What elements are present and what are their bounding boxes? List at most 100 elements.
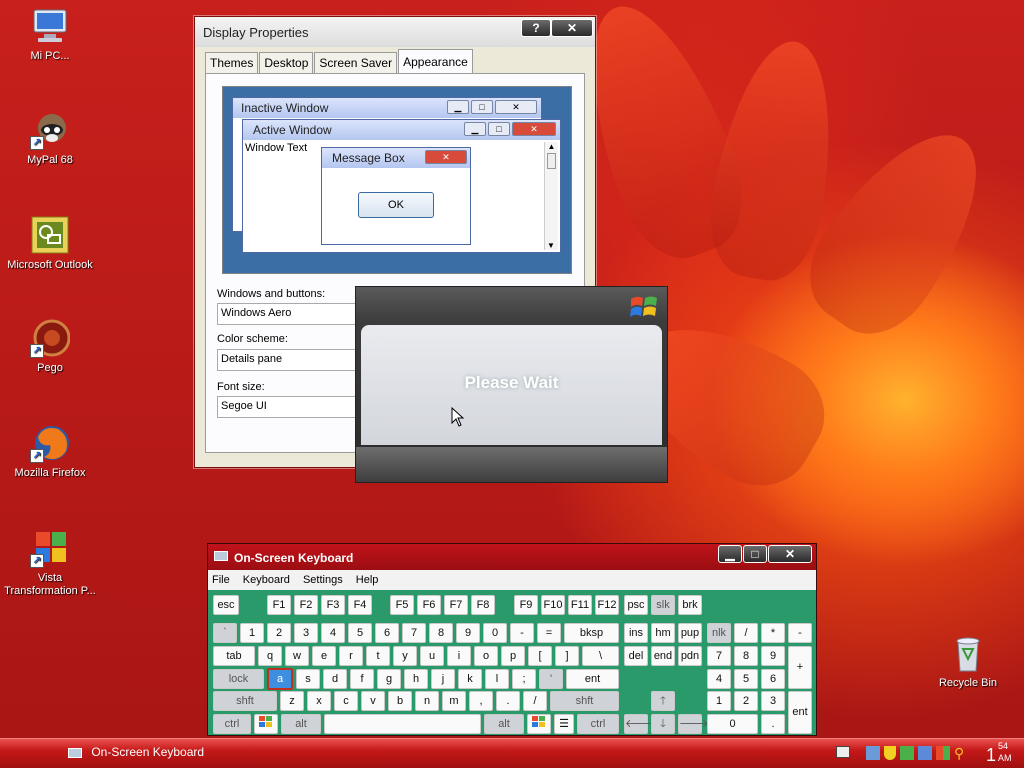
key-esc[interactable]: esc [213, 595, 239, 615]
key-minus[interactable]: - [510, 623, 534, 643]
key-f11[interactable]: F11 [568, 595, 592, 615]
key-numpad-2[interactable]: 2 [734, 691, 758, 711]
desktop-icon-pego[interactable]: ↗ Pego [0, 318, 100, 374]
key-space[interactable] [324, 714, 481, 734]
key-numpad-plus[interactable]: + [788, 646, 812, 689]
key-right-ctrl[interactable]: ctrl [577, 714, 619, 734]
key-numpad-3[interactable]: 3 [761, 691, 785, 711]
key-psc[interactable]: psc [624, 595, 648, 615]
key-f4[interactable]: F4 [348, 595, 372, 615]
key-k[interactable]: k [458, 669, 482, 689]
shield-tray-icon[interactable] [884, 746, 896, 760]
key-w[interactable]: w [285, 646, 309, 666]
key-numpad-9[interactable]: 9 [761, 646, 785, 666]
desktop-icon-recycle-bin[interactable]: Recycle Bin [918, 633, 1018, 689]
close-button[interactable]: ✕ [551, 19, 593, 37]
key-tab[interactable]: tab [213, 646, 255, 666]
key-h[interactable]: h [404, 669, 428, 689]
key-slash[interactable]: / [523, 691, 547, 711]
key-left-win[interactable] [254, 714, 278, 734]
desktop-icon-vista-transformation[interactable]: ↗ Vista Transformation P... [0, 528, 100, 598]
desktop-icon-firefox[interactable]: ↗ Mozilla Firefox [0, 423, 100, 479]
menu-help[interactable]: Help [356, 574, 379, 586]
key-hm[interactable]: hm [651, 623, 675, 643]
key-l[interactable]: l [485, 669, 509, 689]
key-v[interactable]: v [361, 691, 385, 711]
key-slk[interactable]: slk [651, 595, 675, 615]
key-left-shift[interactable]: shft [213, 691, 277, 711]
keyboard-tray-icon[interactable] [836, 746, 850, 758]
key-f[interactable]: f [350, 669, 374, 689]
key-o[interactable]: o [474, 646, 498, 666]
key-left-ctrl[interactable]: ctrl [213, 714, 251, 734]
key-menu[interactable]: ☰ [554, 714, 574, 734]
key-bksp[interactable]: bksp [564, 623, 619, 643]
key-e[interactable]: e [312, 646, 336, 666]
osk-close-button[interactable]: ✕ [768, 545, 812, 563]
key-numpad-multiply[interactable]: * [761, 623, 785, 643]
key-m[interactable]: m [442, 691, 466, 711]
key-7[interactable]: 7 [402, 623, 426, 643]
osk-maximize-button[interactable]: □ [743, 545, 767, 563]
help-button[interactable]: ? [521, 19, 551, 37]
key-5[interactable]: 5 [348, 623, 372, 643]
security-tray-icon[interactable] [900, 746, 914, 760]
key-numpad-decimal[interactable]: . [761, 714, 785, 734]
key-right-win[interactable] [527, 714, 551, 734]
key-n[interactable]: n [415, 691, 439, 711]
clock[interactable]: 1 54 AM [986, 741, 1020, 767]
key-rbracket[interactable]: ] [555, 646, 579, 666]
key-f8[interactable]: F8 [471, 595, 495, 615]
windows-buttons-select[interactable]: Windows Aero [217, 303, 367, 325]
key-right-shift[interactable]: shft [550, 691, 619, 711]
key-u[interactable]: u [420, 646, 444, 666]
key-r[interactable]: r [339, 646, 363, 666]
key-numpad-4[interactable]: 4 [707, 669, 731, 689]
key-ent[interactable]: ent [566, 669, 619, 689]
key-quote[interactable]: ' [539, 669, 563, 689]
font-size-select[interactable]: Segoe UI [217, 396, 367, 418]
menu-keyboard[interactable]: Keyboard [243, 574, 290, 586]
key-right-alt[interactable]: alt [484, 714, 524, 734]
taskbar-button-osk[interactable]: On-Screen Keyboard [68, 745, 204, 759]
key-q[interactable]: q [258, 646, 282, 666]
key-brk[interactable]: brk [678, 595, 702, 615]
search-icon[interactable]: ⚲ [954, 746, 968, 760]
key-f12[interactable]: F12 [595, 595, 619, 615]
key-semicolon[interactable]: ; [512, 669, 536, 689]
key-z[interactable]: z [280, 691, 304, 711]
desktop-icon-outlook[interactable]: Microsoft Outlook [0, 215, 100, 271]
tab-desktop[interactable]: Desktop [259, 52, 314, 73]
key-p[interactable]: p [501, 646, 525, 666]
key-2[interactable]: 2 [267, 623, 291, 643]
key-up-arrow[interactable]: 🡑 [651, 691, 675, 711]
key-f1[interactable]: F1 [267, 595, 291, 615]
monitor-tray-icon[interactable] [918, 746, 932, 760]
key-del[interactable]: del [624, 646, 648, 666]
key-s[interactable]: s [296, 669, 320, 689]
key-backslash[interactable]: \ [582, 646, 619, 666]
key-f5[interactable]: F5 [390, 595, 414, 615]
key-period[interactable]: . [496, 691, 520, 711]
key-c[interactable]: c [334, 691, 358, 711]
menu-file[interactable]: File [212, 574, 230, 586]
key-backtick[interactable]: ` [213, 623, 237, 643]
key-y[interactable]: y [393, 646, 417, 666]
key-4[interactable]: 4 [321, 623, 345, 643]
key-6[interactable]: 6 [375, 623, 399, 643]
key-j[interactable]: j [431, 669, 455, 689]
key-f9[interactable]: F9 [514, 595, 538, 615]
key-numpad-minus[interactable]: - [788, 623, 812, 643]
key-numpad-enter[interactable]: ent [788, 691, 812, 734]
menu-settings[interactable]: Settings [303, 574, 343, 586]
key-f6[interactable]: F6 [417, 595, 441, 615]
key-f7[interactable]: F7 [444, 595, 468, 615]
key-b[interactable]: b [388, 691, 412, 711]
key-numpad-0[interactable]: 0 [707, 714, 758, 734]
key-numpad-7[interactable]: 7 [707, 646, 731, 666]
color-scheme-select[interactable]: Details pane [217, 349, 367, 371]
osk-minimize-button[interactable]: ▁ [718, 545, 742, 563]
key-x[interactable]: x [307, 691, 331, 711]
tab-screen-saver[interactable]: Screen Saver [314, 52, 398, 73]
key-equals[interactable]: = [537, 623, 561, 643]
